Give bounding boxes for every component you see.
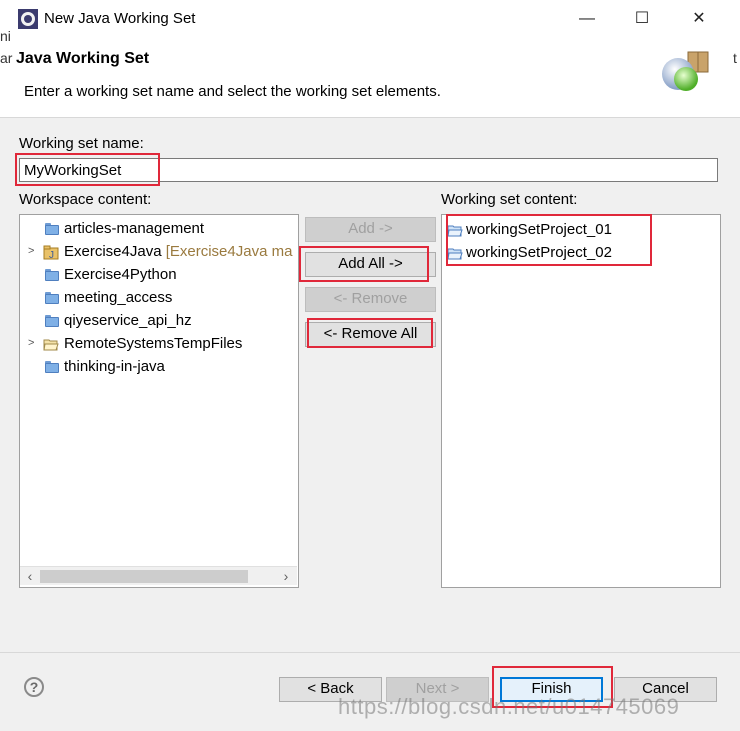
tree-item[interactable]: > RemoteSystemsTempFiles bbox=[20, 332, 298, 355]
tree-item-decoration: [Exercise4Java ma bbox=[165, 243, 293, 260]
folder-icon bbox=[44, 222, 60, 235]
working-set-list[interactable]: workingSetProject_01 workingSetProject_0… bbox=[441, 214, 721, 588]
maximize-icon[interactable]: ☐ bbox=[629, 8, 655, 30]
working-set-banner-icon bbox=[662, 51, 709, 91]
tree-item[interactable]: thinking-in-java bbox=[20, 355, 298, 378]
folder-icon bbox=[44, 268, 60, 281]
tree-item-label: RemoteSystemsTempFiles bbox=[64, 335, 243, 352]
folder-icon bbox=[44, 360, 60, 373]
svg-text:J: J bbox=[49, 250, 54, 260]
window-title: New Java Working Set bbox=[44, 10, 196, 27]
list-item[interactable]: workingSetProject_02 bbox=[442, 241, 720, 264]
page-title: Java Working Set bbox=[16, 50, 150, 67]
eclipse-app-icon bbox=[18, 9, 38, 29]
scroll-thumb[interactable] bbox=[40, 570, 248, 583]
tree-item-label: thinking-in-java bbox=[64, 358, 165, 375]
background-text: ar bbox=[0, 50, 13, 66]
minimize-icon[interactable]: — bbox=[574, 8, 600, 30]
header-divider bbox=[0, 117, 740, 118]
tree-item-label: qiyeservice_api_hz bbox=[64, 312, 192, 329]
close-icon[interactable]: ✕ bbox=[686, 8, 712, 30]
add-button[interactable]: Add -> bbox=[305, 217, 436, 242]
name-label: Working set name: bbox=[19, 135, 144, 152]
background-text: t bbox=[733, 50, 737, 66]
background-text: ni bbox=[0, 28, 11, 44]
footer-divider bbox=[0, 652, 740, 653]
open-folder-icon bbox=[43, 339, 59, 351]
java-project-icon: J bbox=[43, 245, 59, 260]
list-item-label: workingSetProject_01 bbox=[466, 221, 612, 238]
expand-arrow-icon[interactable]: > bbox=[28, 332, 38, 355]
tree-item-label: meeting_access bbox=[64, 289, 173, 306]
tree-item[interactable]: > J Exercise4Java [Exercise4Java ma bbox=[20, 240, 298, 263]
open-folder-icon bbox=[447, 248, 463, 260]
open-folder-icon bbox=[447, 225, 463, 237]
tree-item-label: Exercise4Python bbox=[64, 266, 177, 283]
workspace-label: Workspace content: bbox=[19, 191, 152, 208]
tree-item[interactable]: qiyeservice_api_hz bbox=[20, 309, 298, 332]
folder-icon bbox=[44, 314, 60, 327]
folder-icon bbox=[44, 291, 60, 304]
working-set-content-label: Working set content: bbox=[441, 191, 578, 208]
tree-item[interactable]: meeting_access bbox=[20, 286, 298, 309]
add-all-button[interactable]: Add All -> bbox=[305, 252, 436, 277]
help-icon[interactable]: ? bbox=[24, 677, 44, 697]
expand-arrow-icon[interactable]: > bbox=[28, 240, 38, 263]
scroll-left-icon[interactable]: ‹ bbox=[22, 568, 38, 584]
page-description: Enter a working set name and select the … bbox=[24, 83, 441, 100]
working-set-name-input[interactable] bbox=[19, 158, 718, 182]
remove-button[interactable]: <- Remove bbox=[305, 287, 436, 312]
horizontal-scrollbar[interactable]: ‹ › bbox=[20, 566, 297, 585]
tree-item[interactable]: articles-management bbox=[20, 217, 298, 240]
watermark-text: https://blog.csdn.net/u014745069 bbox=[338, 694, 680, 719]
list-item-label: workingSetProject_02 bbox=[466, 244, 612, 261]
tree-item[interactable]: Exercise4Python bbox=[20, 263, 298, 286]
tree-item-label: articles-management bbox=[64, 220, 205, 237]
tree-item-label: Exercise4Java bbox=[64, 243, 162, 260]
remove-all-button[interactable]: <- Remove All bbox=[305, 322, 436, 347]
scroll-right-icon[interactable]: › bbox=[278, 568, 294, 584]
workspace-tree[interactable]: articles-management > J Exercise4Java [E… bbox=[19, 214, 299, 588]
list-item[interactable]: workingSetProject_01 bbox=[442, 218, 720, 241]
